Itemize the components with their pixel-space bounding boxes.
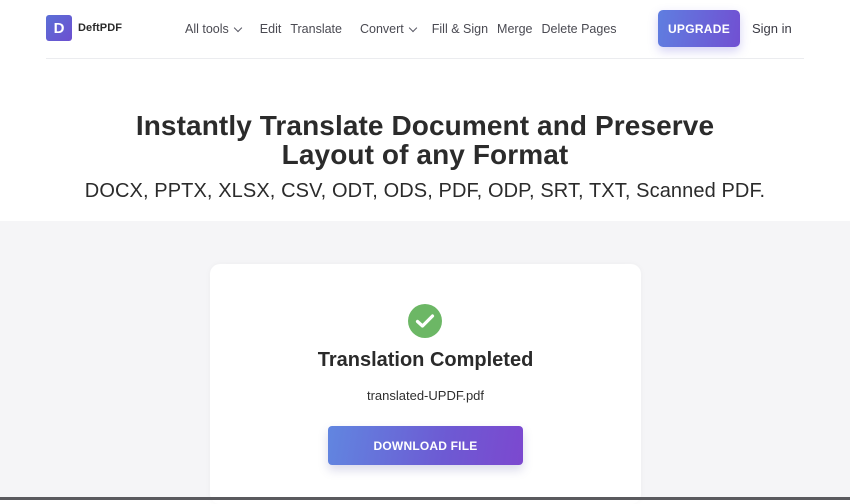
chevron-down-icon [408, 23, 418, 32]
sign-in-link[interactable]: Sign in [752, 21, 792, 36]
nav-all-tools-label: All tools [185, 22, 229, 36]
nav-fill-sign[interactable]: Fill & Sign [432, 22, 488, 36]
main-nav: All tools Edit Translate Convert Fill & … [185, 20, 617, 38]
page-title: Instantly Translate Document and Preserv… [0, 111, 850, 169]
nav-all-tools[interactable]: All tools [185, 22, 243, 36]
nav-convert[interactable]: Convert [359, 22, 418, 36]
nav-delete-pages[interactable]: Delete Pages [541, 22, 616, 36]
nav-edit-label: Edit [259, 22, 282, 36]
nav-delete-pages-label: Delete Pages [541, 22, 617, 36]
checkmark-icon [415, 314, 435, 328]
upgrade-button[interactable]: UPGRADE [658, 10, 740, 47]
page-title-line2: Layout of any Format [281, 139, 569, 170]
nav-convert-label: Convert [359, 22, 404, 36]
result-section: Translation Completed translated-UPDF.pd… [0, 221, 850, 504]
download-file-button[interactable]: DOWNLOAD FILE [328, 426, 523, 465]
logo-mark-icon: D [46, 15, 72, 41]
nav-edit[interactable]: Edit [260, 22, 282, 36]
check-circle-icon [408, 304, 442, 338]
hero-section: Instantly Translate Document and Preserv… [0, 59, 850, 221]
chevron-down-icon [233, 23, 243, 32]
top-navbar: D DeftPDF All tools Edit Translate Conve… [0, 0, 850, 58]
logo[interactable]: D DeftPDF [46, 15, 122, 41]
nav-fill-sign-label: Fill & Sign [431, 22, 489, 36]
supported-formats: DOCX, PPTX, XLSX, CSV, ODT, ODS, PDF, OD… [84, 180, 766, 202]
file-name: translated-UPDF.pdf [366, 388, 485, 403]
result-card: Translation Completed translated-UPDF.pd… [210, 264, 641, 504]
status-title: Translation Completed [317, 349, 534, 371]
nav-merge-label: Merge [497, 22, 533, 36]
brand-name: DeftPDF [78, 22, 123, 34]
nav-merge[interactable]: Merge [497, 22, 532, 36]
nav-translate[interactable]: Translate [290, 22, 342, 36]
page-title-line1: Instantly Translate Document and Preserv… [135, 110, 715, 141]
nav-translate-label: Translate [290, 22, 342, 36]
